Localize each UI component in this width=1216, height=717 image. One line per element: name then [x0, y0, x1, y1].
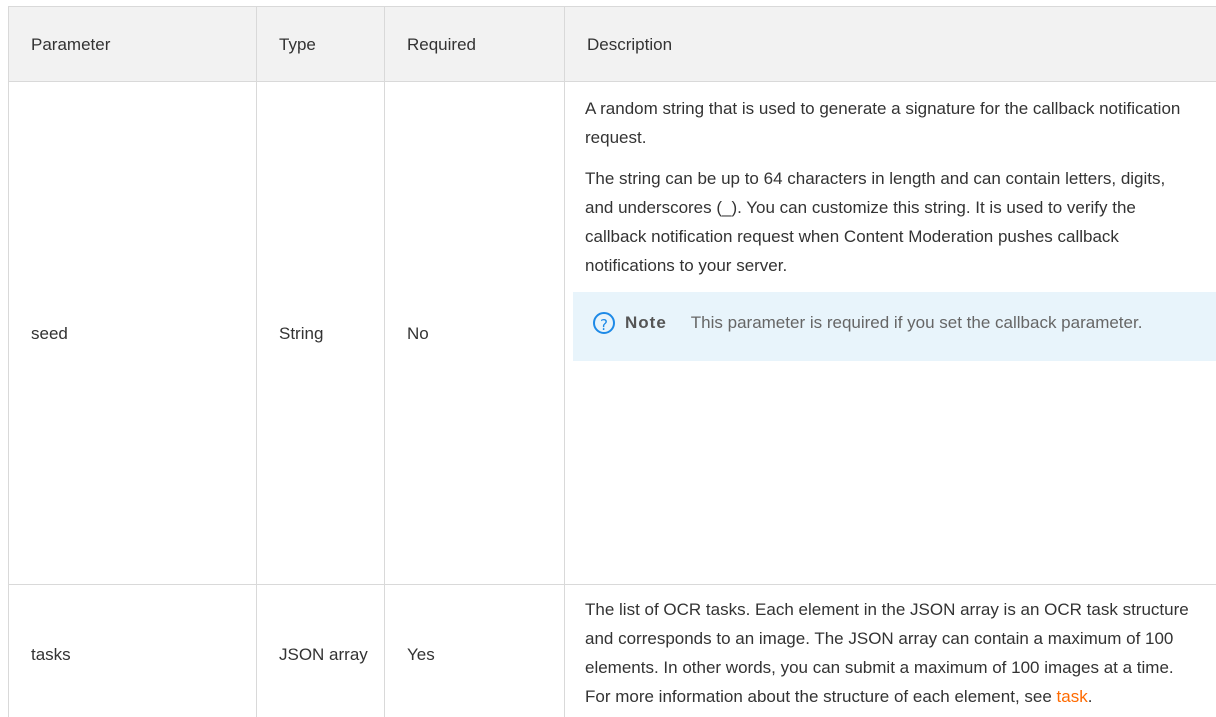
description-paragraph: The string can be up to 64 characters in…: [585, 169, 1166, 275]
description-text: The list of OCR tasks. Each element in t…: [585, 600, 1189, 706]
table-body: seed String No A random string that is u…: [8, 81, 1216, 717]
cell-description: The list of OCR tasks. Each element in t…: [564, 584, 1216, 717]
parameter-table-container: Parameter Type Required Description seed…: [8, 6, 1216, 717]
cell-description: A random string that is used to generate…: [564, 81, 1216, 585]
cell-type: JSON array: [256, 584, 385, 717]
table-row: tasks JSON array Yes The list of OCR tas…: [8, 584, 1216, 717]
header-required: Required: [384, 6, 565, 82]
description-paragraph: A random string that is used to generate…: [585, 99, 1181, 147]
task-link[interactable]: task: [1057, 687, 1088, 706]
cell-required: No: [384, 81, 565, 585]
header-type: Type: [256, 6, 385, 82]
cell-type: String: [256, 81, 385, 585]
cell-parameter: seed: [8, 81, 257, 585]
description-text-end: .: [1087, 687, 1093, 706]
note-label: Note: [625, 313, 667, 332]
note-box: ? Note This parameter is required if you s…: [573, 292, 1216, 361]
cell-required: Yes: [384, 584, 565, 717]
note-text: This parameter is required if you set th…: [690, 313, 1143, 332]
header-description: Description: [564, 6, 1216, 82]
table-row: seed String No A random string that is u…: [8, 81, 1216, 585]
table-header: Parameter Type Required Description: [8, 6, 1216, 82]
question-circle-icon: ?: [593, 312, 615, 334]
header-parameter: Parameter: [8, 6, 257, 82]
header-row: Parameter Type Required Description: [8, 6, 1216, 82]
cell-parameter: tasks: [8, 584, 257, 717]
parameter-table: Parameter Type Required Description seed…: [8, 6, 1216, 717]
